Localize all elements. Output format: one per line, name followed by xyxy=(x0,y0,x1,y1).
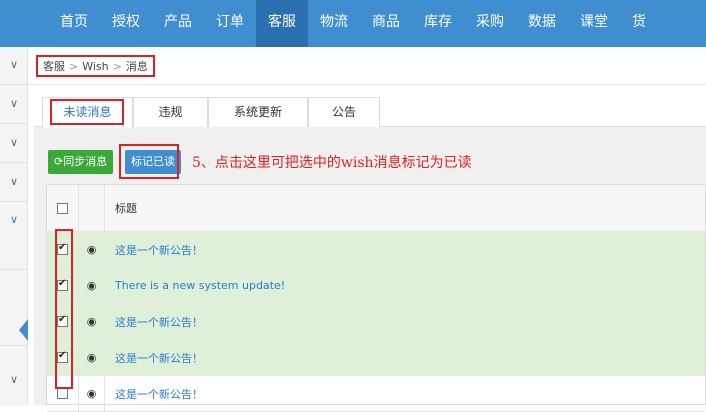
nav-item-logistics[interactable]: 物流 xyxy=(308,0,360,47)
tab-system-updates[interactable]: 系统更新 xyxy=(208,97,308,127)
table-row[interactable]: ◉ 这是一个新公告！ xyxy=(47,376,705,412)
breadcrumb-separator: > xyxy=(112,59,122,73)
view-column-header xyxy=(79,185,105,231)
sync-messages-button[interactable]: ⟳同步消息 xyxy=(48,150,114,174)
breadcrumb-separator: > xyxy=(69,59,79,73)
tab-bar: 未读消息 违规 系统更新 公告 xyxy=(34,86,706,128)
chevron-down-icon[interactable]: ∨ xyxy=(0,133,28,153)
breadcrumb-bar: 客服 > Wish > 消息 xyxy=(28,47,706,85)
nav-item-products[interactable]: 产品 xyxy=(152,0,204,47)
message-table: 标题 ◉ 这是一个新公告！ ◉ There is a new system up… xyxy=(46,184,706,412)
nav-item-home[interactable]: 首页 xyxy=(48,0,100,47)
tab-unread[interactable]: 未读消息 xyxy=(42,97,133,128)
row-title[interactable]: There is a new system update! xyxy=(115,268,285,303)
nav-item-auth[interactable]: 授权 xyxy=(100,0,152,47)
sidebar-divider xyxy=(0,84,28,85)
table-header-row: 标题 xyxy=(47,185,705,232)
sidebar-divider xyxy=(0,123,28,124)
sidebar-active-marker xyxy=(19,319,28,341)
mark-read-button[interactable]: 标记已读 xyxy=(125,150,181,174)
table-row[interactable]: ◉ 这是一个新公告！ xyxy=(47,304,705,340)
main-panel: 未读消息 违规 系统更新 公告 ⟳同步消息 标记已读 5、点击这里可把选中的wi… xyxy=(34,86,706,412)
annotation-text: 5、点击这里可把选中的wish消息标记为已读 xyxy=(192,155,472,171)
breadcrumb-item: 消息 xyxy=(125,60,148,73)
top-nav: 首页 授权 产品 订单 客服 物流 商品 库存 采购 数据 课堂 货 xyxy=(0,0,706,47)
select-all-cell xyxy=(47,185,79,231)
table-row[interactable]: ◉ 这是一个新公告！ xyxy=(47,232,705,268)
chevron-down-icon[interactable]: ∨ xyxy=(0,94,28,114)
nav-item-inventory[interactable]: 库存 xyxy=(412,0,464,47)
title-column-header: 标题 xyxy=(115,202,137,215)
sidebar-divider xyxy=(0,345,28,346)
table-row[interactable]: ◉ There is a new system update! xyxy=(47,268,705,304)
row-title[interactable]: 这是一个新公告！ xyxy=(115,376,203,411)
eye-icon[interactable]: ◉ xyxy=(79,340,105,375)
table-row[interactable]: ◉ 这是一个新公告！ xyxy=(47,340,705,376)
row-title[interactable]: 这是一个新公告！ xyxy=(115,304,203,339)
row-checkbox[interactable] xyxy=(57,350,68,363)
nav-item-orders[interactable]: 订单 xyxy=(204,0,256,47)
nav-item-purchasing[interactable]: 采购 xyxy=(464,0,516,47)
row-title[interactable]: 这是一个新公告！ xyxy=(115,232,203,267)
eye-icon[interactable]: ◉ xyxy=(79,304,105,339)
nav-item-goods[interactable]: 商品 xyxy=(360,0,412,47)
row-checkbox[interactable] xyxy=(57,388,68,399)
chevron-down-icon[interactable]: ∨ xyxy=(0,210,28,230)
eye-icon[interactable]: ◉ xyxy=(79,268,105,303)
row-title[interactable]: 这是一个新公告！ xyxy=(115,340,203,375)
sidebar-divider xyxy=(0,269,28,270)
row-checkbox[interactable] xyxy=(57,242,68,255)
chevron-down-icon[interactable]: ∨ xyxy=(0,370,28,390)
breadcrumb: 客服 > Wish > 消息 xyxy=(36,55,155,77)
breadcrumb-item[interactable]: Wish xyxy=(82,60,108,73)
row-checkbox[interactable] xyxy=(57,314,68,327)
nav-item-customer-service[interactable]: 客服 xyxy=(256,0,308,47)
row-checkbox[interactable] xyxy=(57,278,68,291)
sidebar-divider xyxy=(0,201,28,202)
sidebar-divider xyxy=(0,162,28,163)
sidebar: ∨ ∨ ∨ ∨ ∨ ∨ xyxy=(0,47,28,405)
sync-messages-label: 同步消息 xyxy=(63,155,108,168)
nav-item-truncated[interactable]: 货 xyxy=(620,0,658,47)
chevron-down-icon[interactable]: ∨ xyxy=(0,172,28,192)
nav-item-data[interactable]: 数据 xyxy=(516,0,568,47)
tab-announcements[interactable]: 公告 xyxy=(308,97,380,127)
eye-icon[interactable]: ◉ xyxy=(79,232,105,267)
chevron-down-icon[interactable]: ∨ xyxy=(0,55,28,75)
nav-logo-area xyxy=(0,0,48,47)
nav-item-classroom[interactable]: 课堂 xyxy=(568,0,620,47)
refresh-icon: ⟳ xyxy=(54,155,64,168)
breadcrumb-item[interactable]: 客服 xyxy=(43,58,65,74)
tab-violations[interactable]: 违规 xyxy=(133,97,208,127)
select-all-checkbox[interactable] xyxy=(57,202,68,214)
eye-icon[interactable]: ◉ xyxy=(79,376,105,411)
